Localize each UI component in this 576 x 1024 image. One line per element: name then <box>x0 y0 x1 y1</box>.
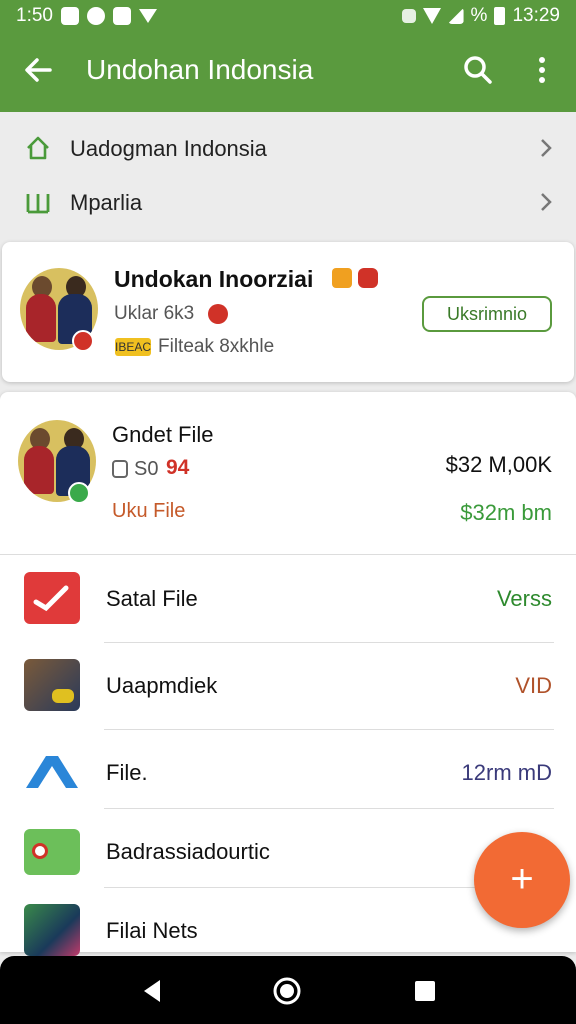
list-item-label: File. <box>106 760 148 785</box>
breadcrumb-item-home[interactable]: Uadogman Indonsia <box>0 122 576 176</box>
breadcrumb-label: Mparlia <box>70 190 143 215</box>
list-item-label: Badrassiadourtic <box>106 839 270 864</box>
file-amount: $32 M,00K <box>445 452 552 477</box>
profile-subtitle: Uklar 6k3 <box>114 303 195 324</box>
profile-action-button[interactable]: Uksrimnio <box>422 296 552 332</box>
status-time: 1:50 <box>16 5 53 26</box>
document-icon <box>112 460 128 478</box>
list-item-value: 12rm mD <box>461 760 552 785</box>
status-clock: 13:29 <box>512 5 560 26</box>
app-bar: Undohan Indonsia <box>0 32 576 112</box>
verified-badge-icon <box>332 268 352 288</box>
battery-icon <box>494 7 506 25</box>
app-notification-icon <box>112 7 131 25</box>
breadcrumb-item-mparlia[interactable]: Mparlia <box>0 176 576 230</box>
blue-app-icon <box>24 746 80 798</box>
profile-card[interactable]: Undokan Inoorziai Uklar 6k3 IBEAC Filtea… <box>2 242 574 382</box>
app-header: 1:50 % 13:29 Undohan Indonsia <box>0 0 576 112</box>
search-icon[interactable] <box>460 52 496 88</box>
messenger-icon <box>86 7 105 25</box>
signal-icon <box>447 8 464 24</box>
breadcrumb-list: Uadogman Indonsia Mparlia <box>0 112 576 242</box>
vibrate-icon <box>401 9 416 23</box>
file-stat-value: 94 <box>166 456 190 479</box>
chevron-right-icon <box>541 193 552 211</box>
notification-icon <box>60 7 79 25</box>
list-item-value: Verss <box>496 586 552 611</box>
file-sub-label: Uku File <box>112 500 186 522</box>
file-stat-label: S0 <box>134 458 159 480</box>
chevron-right-icon <box>541 139 552 157</box>
list-item[interactable]: Uaapmdiek VID <box>0 643 576 729</box>
wifi-icon <box>422 8 441 24</box>
list-item[interactable]: File. 12rm mD <box>0 730 576 816</box>
online-badge-icon <box>68 482 90 504</box>
list-item-label: Uaapmdiek <box>106 673 218 698</box>
list-item-label: Satal File <box>106 586 198 611</box>
heart-badge-icon <box>358 268 378 288</box>
file-amount-secondary: $32m bm <box>460 500 552 525</box>
battery-percent: % <box>470 5 488 26</box>
check-badge-icon <box>208 304 228 324</box>
photo-thumb-icon <box>24 659 80 711</box>
image-thumb-icon <box>24 904 80 956</box>
breadcrumb-label: Uadogman Indonsia <box>70 136 267 161</box>
green-app-icon <box>24 829 80 875</box>
status-bar: 1:50 % 13:29 <box>0 0 576 32</box>
add-fab-button[interactable]: + <box>474 832 570 928</box>
download-icon <box>138 9 157 23</box>
file-title: Gndet File <box>112 422 214 447</box>
list-item-label: Filai Nets <box>106 918 198 943</box>
profile-detail: Filteak 8xkhle <box>158 336 275 357</box>
divider <box>0 554 576 555</box>
system-nav-bar <box>0 956 576 1024</box>
avatar-badge-icon <box>72 330 94 352</box>
nav-back-icon[interactable] <box>138 976 168 1006</box>
list-item-value: VID <box>515 673 552 698</box>
nav-recents-icon[interactable] <box>410 976 440 1006</box>
home-icon <box>27 136 49 160</box>
page-title: Undohan Indonsia <box>86 54 314 85</box>
more-vert-icon[interactable] <box>524 52 560 88</box>
back-arrow-icon[interactable] <box>20 52 56 88</box>
profile-name: Undokan Inoorziai <box>114 266 314 292</box>
satal-app-icon <box>24 572 80 624</box>
nav-home-icon[interactable] <box>272 976 302 1006</box>
list-item[interactable]: Satal File Verss <box>0 556 576 642</box>
columns-icon <box>26 194 50 214</box>
profile-tag: IBEAC <box>115 338 152 356</box>
